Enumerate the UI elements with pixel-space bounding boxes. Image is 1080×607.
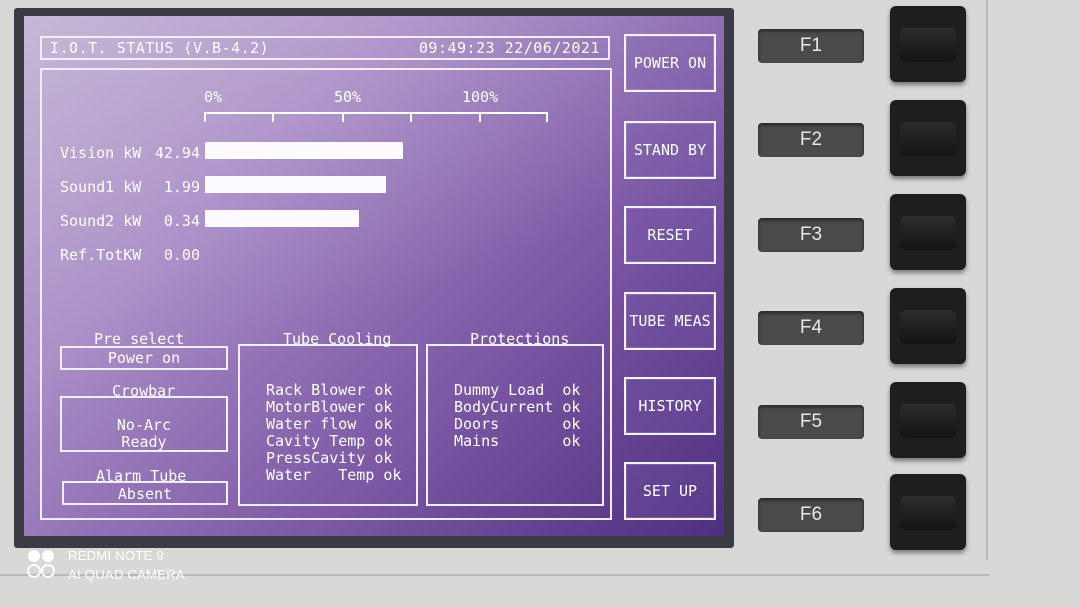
fkey-text: F2 xyxy=(799,129,823,150)
scale-tick xyxy=(272,112,274,122)
cooling-status-line: Cavity Temp ok xyxy=(266,432,393,450)
alarm-tube-value: Absent xyxy=(117,485,173,503)
cooling-status-line: PressCavity ok xyxy=(266,449,393,467)
button-label: STAND BY xyxy=(633,141,707,159)
button-cap xyxy=(900,216,956,250)
meter-value: 0.34 xyxy=(163,212,200,230)
scale-tick xyxy=(546,112,548,122)
crowbar-status-1: No-Arc xyxy=(116,416,172,434)
protection-status-line: BodyCurrent ok xyxy=(454,398,581,416)
scale-tick xyxy=(204,112,206,122)
scale-tick xyxy=(342,112,344,122)
button-cap xyxy=(900,28,956,62)
reset-button[interactable]: RESET xyxy=(624,206,716,264)
f4-key-label: F4 xyxy=(758,311,864,345)
scale-tick xyxy=(410,112,412,122)
button-label: POWER ON xyxy=(633,54,707,72)
status-title-bar: I.O.T. STATUS (V.B-4.2) 09:49:23 22/06/2… xyxy=(40,36,610,60)
scale-label-100: 100% xyxy=(462,88,499,106)
f2-hardware-button[interactable] xyxy=(890,100,966,176)
cooling-status-line: Water flow ok xyxy=(266,415,393,433)
meter-name: Sound1 kW xyxy=(60,178,142,196)
pre-select-box: Power on xyxy=(60,346,228,370)
camera-watermark: REDMI NOTE 9 AI QUAD CAMERA xyxy=(26,547,216,587)
tube-meas-button[interactable]: TUBE MEAS xyxy=(624,292,716,350)
meter-name: Sound2 kW xyxy=(60,212,142,230)
stand-by-button[interactable]: STAND BY xyxy=(624,121,716,179)
f5-key-label: F5 xyxy=(758,405,864,439)
meter-value: 0.00 xyxy=(163,246,200,264)
protection-status-line: Dummy Load ok xyxy=(454,381,581,399)
power-on-button[interactable]: POWER ON xyxy=(624,34,716,92)
f5-hardware-button[interactable] xyxy=(890,382,966,458)
alarm-tube-box: Absent xyxy=(62,481,228,505)
crowbar-box: No-Arc Ready xyxy=(60,396,228,452)
scale-tick xyxy=(479,112,481,122)
protections-title: Protections xyxy=(470,330,570,348)
f3-hardware-button[interactable] xyxy=(890,194,966,270)
meter-value: 42.94 xyxy=(154,144,200,162)
meter-name: Vision kW xyxy=(60,144,142,162)
fkey-text: F1 xyxy=(799,35,823,56)
protection-status-line: Doors ok xyxy=(454,415,581,433)
button-label: RESET xyxy=(647,226,693,244)
meter-name: Ref.TotKW xyxy=(60,246,142,264)
button-label: SET UP xyxy=(642,482,698,500)
f1-hardware-button[interactable] xyxy=(890,6,966,82)
fkey-text: F5 xyxy=(799,411,823,432)
scale-label-0: 0% xyxy=(204,88,223,106)
button-label: HISTORY xyxy=(638,397,702,415)
button-label: TUBE MEAS xyxy=(629,312,711,330)
cooling-status-line: MotorBlower ok xyxy=(266,398,393,416)
history-button[interactable]: HISTORY xyxy=(624,377,716,435)
scale-label-50: 50% xyxy=(334,88,362,106)
fkey-text: F3 xyxy=(799,224,823,245)
f6-key-label: F6 xyxy=(758,498,864,532)
power-scale-axis xyxy=(204,112,548,114)
camera-lens-icon xyxy=(27,550,55,578)
button-cap xyxy=(900,122,956,156)
meter-bar-sound2 xyxy=(205,210,359,227)
pre-select-value: Power on xyxy=(107,349,181,367)
lcd-screen: I.O.T. STATUS (V.B-4.2) 09:49:23 22/06/2… xyxy=(24,16,724,536)
set-up-button[interactable]: SET UP xyxy=(624,462,716,520)
f6-hardware-button[interactable] xyxy=(890,474,966,550)
button-cap xyxy=(900,310,956,344)
cooling-status-line: Rack Blower ok xyxy=(266,381,393,399)
button-cap xyxy=(900,404,956,438)
f4-hardware-button[interactable] xyxy=(890,288,966,364)
f2-key-label: F2 xyxy=(758,123,864,157)
meter-value: 1.99 xyxy=(163,178,200,196)
watermark-model: REDMI NOTE 9 xyxy=(68,548,165,563)
bezel-edge xyxy=(986,0,988,560)
meter-bar-vision xyxy=(205,142,403,159)
cooling-status-line: Water Temp ok xyxy=(266,466,402,484)
protection-status-line: Mains ok xyxy=(454,432,581,450)
status-title: I.O.T. STATUS (V.B-4.2) xyxy=(50,39,270,57)
button-cap xyxy=(900,496,956,530)
crowbar-status-2: Ready xyxy=(121,433,167,451)
clock-datetime: 09:49:23 22/06/2021 xyxy=(418,39,600,57)
f1-key-label: F1 xyxy=(758,29,864,63)
fkey-text: F4 xyxy=(799,317,823,338)
f3-key-label: F3 xyxy=(758,218,864,252)
meter-bar-sound1 xyxy=(205,176,386,193)
tube-cooling-title: Tube Cooling xyxy=(283,330,392,348)
watermark-camera: AI QUAD CAMERA xyxy=(68,567,185,582)
fkey-text: F6 xyxy=(799,504,823,525)
